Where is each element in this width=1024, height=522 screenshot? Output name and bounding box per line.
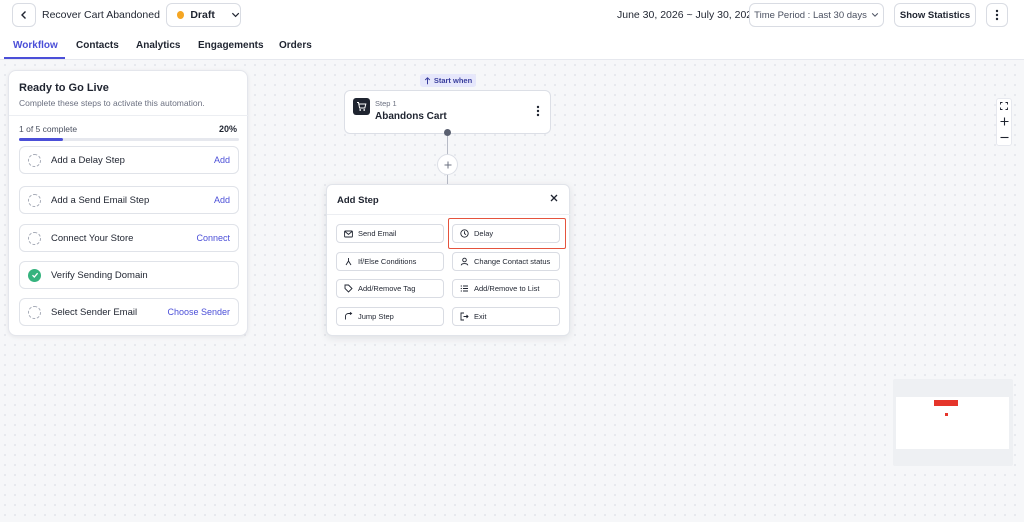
option-exit[interactable]: Exit (452, 307, 560, 326)
divider (9, 115, 249, 116)
minimap-viewport (896, 397, 1009, 449)
status-dot-icon (177, 11, 185, 19)
progress-bar-fill (19, 138, 63, 141)
minimap-node (934, 400, 958, 406)
tag-icon (344, 284, 353, 293)
connector-node (444, 129, 451, 136)
start-when-badge: Start when (420, 74, 476, 87)
add-step-popup: Add Step Send Email Delay If/Else Condit… (326, 184, 571, 336)
checklist-item-sender-email[interactable]: Select Sender Email Choose Sender (19, 298, 239, 326)
option-label: Change Contact status (474, 257, 551, 266)
option-change-contact-status[interactable]: Change Contact status (452, 252, 560, 271)
option-label: Add/Remove Tag (358, 284, 416, 293)
checklist-subtitle: Complete these steps to activate this au… (19, 98, 205, 108)
checklist-item-send-email[interactable]: Add a Send Email Step Add (19, 186, 239, 214)
pending-circle-icon (28, 231, 41, 245)
date-range: June 30, 2026 ~ July 30, 2026 (617, 9, 758, 21)
more-options-button[interactable] (986, 3, 1008, 27)
exit-icon (460, 312, 469, 321)
pending-circle-icon (28, 153, 41, 167)
fit-view-icon[interactable] (1000, 102, 1008, 111)
progress-bar (19, 138, 239, 141)
add-delay-link[interactable]: Add (214, 155, 230, 165)
tab-analytics[interactable]: Analytics (136, 40, 180, 51)
tab-contacts[interactable]: Contacts (76, 40, 119, 51)
check-circle-icon (28, 268, 41, 282)
option-label: If/Else Conditions (358, 257, 417, 266)
option-add-remove-tag[interactable]: Add/Remove Tag (336, 279, 444, 298)
checklist-item-connect-store[interactable]: Connect Your Store Connect (19, 224, 239, 252)
option-label: Send Email (358, 229, 397, 238)
step-title: Abandons Cart (375, 111, 447, 122)
plus-icon (444, 161, 451, 168)
checklist-item-label: Select Sender Email (51, 306, 138, 318)
chevron-down-icon (871, 13, 878, 17)
choose-sender-link[interactable]: Choose Sender (167, 307, 230, 317)
checklist-item-label: Verify Sending Domain (51, 269, 148, 281)
tab-orders[interactable]: Orders (279, 40, 312, 51)
add-send-email-link[interactable]: Add (214, 195, 230, 205)
tab-workflow[interactable]: Workflow (13, 40, 58, 51)
option-jump-step[interactable]: Jump Step (336, 307, 444, 326)
tab-bar: Workflow Contacts Analytics Engagements … (0, 31, 1024, 60)
active-tab-indicator (4, 57, 65, 59)
mail-icon (344, 230, 353, 237)
show-statistics-button[interactable]: Show Statistics (894, 3, 976, 27)
pending-circle-icon (28, 305, 41, 319)
progress-percent: 20% (218, 124, 237, 134)
minimap[interactable] (893, 379, 1013, 466)
connect-store-link[interactable]: Connect (196, 233, 230, 243)
minimap-node (945, 413, 948, 416)
chevron-down-icon (231, 12, 240, 18)
checklist-title: Ready to Go Live (19, 82, 109, 94)
list-icon (460, 285, 468, 292)
user-icon (460, 257, 469, 266)
option-send-email[interactable]: Send Email (336, 224, 444, 243)
status-dropdown[interactable]: Draft (166, 3, 241, 27)
add-step-button[interactable] (437, 154, 458, 175)
popup-title: Add Step (337, 195, 379, 206)
checklist-item-label: Connect Your Store (51, 232, 134, 244)
branch-icon (345, 258, 352, 266)
delay-option-highlight (448, 218, 566, 249)
option-label: Jump Step (358, 312, 394, 321)
trigger-icon (424, 76, 430, 84)
checklist-item-label: Add a Send Email Step (51, 194, 150, 206)
checklist-item-label: Add a Delay Step (51, 154, 125, 166)
zoom-controls (996, 98, 1012, 146)
checklist-item-verify-domain[interactable]: Verify Sending Domain (19, 261, 239, 289)
jump-icon (345, 312, 353, 320)
option-label: Exit (474, 312, 487, 321)
zoom-in-icon[interactable] (1000, 117, 1009, 126)
workflow-name-dropdown[interactable]: Recover Cart Abandoned (42, 3, 178, 27)
step-menu-icon[interactable] (536, 105, 540, 117)
kebab-icon (995, 9, 999, 21)
step-number: Step 1 (375, 99, 397, 108)
trigger-step-card[interactable]: Step 1 Abandons Cart (344, 90, 551, 134)
zoom-out-icon[interactable] (1000, 133, 1009, 142)
start-when-label: Start when (433, 76, 473, 85)
go-live-checklist: Ready to Go Live Complete these steps to… (8, 70, 249, 336)
back-button[interactable] (12, 3, 36, 27)
pending-circle-icon (28, 193, 41, 207)
tab-engagements[interactable]: Engagements (198, 40, 264, 51)
status-label: Draft (190, 9, 215, 21)
time-period-label: Time Period : Last 30 days (754, 9, 867, 21)
divider (327, 214, 571, 215)
chevron-left-icon (21, 11, 26, 19)
top-bar: Recover Cart Abandoned Draft June 30, 20… (0, 0, 1024, 30)
option-if-else[interactable]: If/Else Conditions (336, 252, 444, 271)
option-label: Add/Remove to List (474, 284, 540, 293)
checklist-item-delay[interactable]: Add a Delay Step Add (19, 146, 239, 174)
close-icon[interactable] (549, 193, 559, 203)
workflow-name: Recover Cart Abandoned (42, 9, 160, 21)
progress-text: 1 of 5 complete (19, 124, 78, 134)
time-period-dropdown[interactable]: Time Period : Last 30 days (749, 3, 884, 27)
cart-icon (353, 98, 370, 115)
show-statistics-label: Show Statistics (899, 9, 971, 21)
option-add-remove-list[interactable]: Add/Remove to List (452, 279, 560, 298)
